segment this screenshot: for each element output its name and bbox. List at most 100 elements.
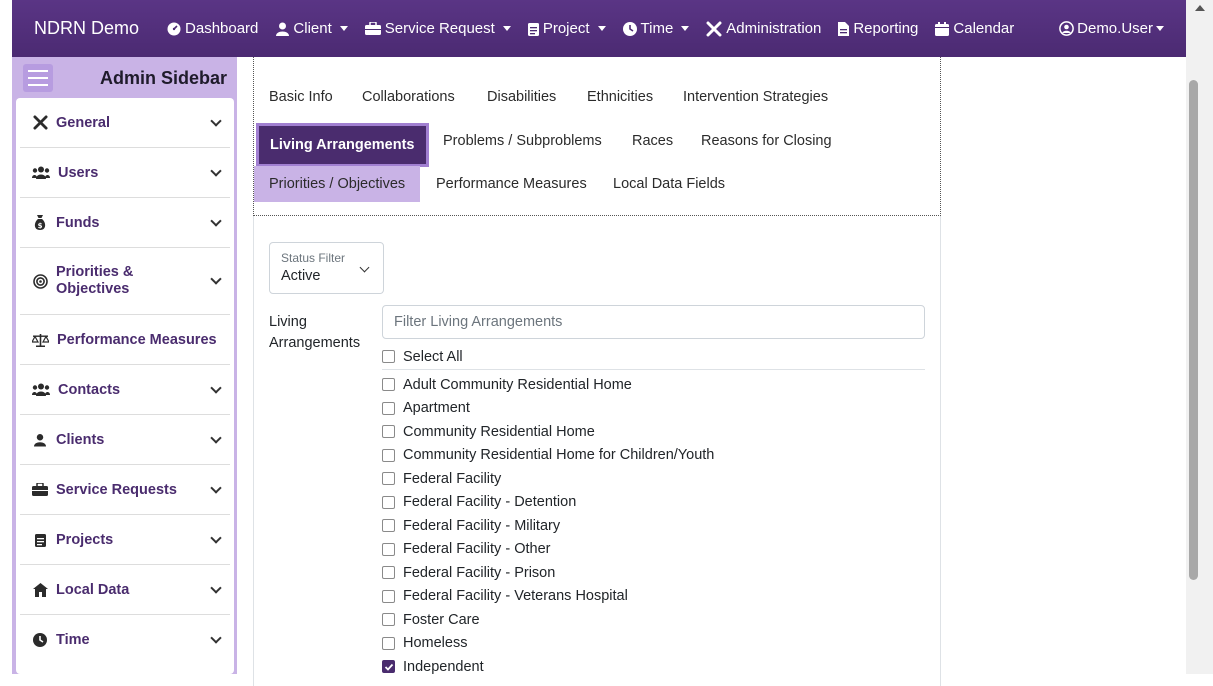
status-filter-select[interactable]: Status Filter Active bbox=[269, 242, 384, 294]
sidebar-title: Admin Sidebar bbox=[99, 67, 227, 88]
nav-project[interactable]: Project bbox=[527, 20, 606, 37]
sidebar-item-label: Projects bbox=[56, 531, 114, 548]
list-item[interactable]: Federal Facility - Detention bbox=[382, 491, 925, 515]
tools-icon bbox=[32, 115, 48, 131]
nav-calendar[interactable]: Calendar bbox=[935, 20, 1014, 37]
option-checkbox[interactable] bbox=[382, 472, 395, 486]
option-checkbox[interactable] bbox=[382, 613, 395, 627]
tab-intervention-strategies[interactable]: Intervention Strategies bbox=[683, 89, 828, 105]
option-label: Independent bbox=[403, 658, 484, 675]
option-checkbox[interactable] bbox=[382, 519, 395, 533]
list-item[interactable]: Federal Facility - Other bbox=[382, 538, 925, 562]
house-icon bbox=[32, 582, 48, 598]
nav-dashboard-label: Dashboard bbox=[185, 20, 259, 37]
sidebar-item-users[interactable]: Users bbox=[20, 148, 230, 198]
list-item[interactable]: Community Residential Home for Children/… bbox=[382, 444, 925, 468]
nav-time-label: Time bbox=[640, 20, 674, 37]
option-checkbox[interactable] bbox=[382, 566, 395, 580]
sidebar-item-service-requests[interactable]: Service Requests bbox=[20, 465, 230, 515]
list-item[interactable]: Federal Facility - Prison bbox=[382, 561, 925, 585]
user-icon bbox=[275, 22, 289, 36]
user-menu[interactable]: Demo.User bbox=[1059, 0, 1164, 57]
option-checkbox[interactable] bbox=[382, 495, 395, 509]
list-item[interactable]: Federal Facility bbox=[382, 467, 925, 491]
clipboard-icon bbox=[527, 22, 539, 36]
sidebar-item-general[interactable]: General bbox=[20, 98, 230, 148]
list-item[interactable]: Federal Facility - Military bbox=[382, 514, 925, 538]
option-checkbox[interactable] bbox=[382, 425, 395, 439]
nav-time[interactable]: Time bbox=[622, 20, 690, 37]
chevron-down-icon bbox=[681, 26, 690, 31]
nav-dashboard[interactable]: Dashboard bbox=[167, 20, 258, 37]
chevron-down-icon bbox=[210, 273, 222, 285]
nav-administration-label: Administration bbox=[726, 20, 822, 37]
list-item[interactable]: Foster Care bbox=[382, 608, 925, 632]
list-item[interactable]: Independent bbox=[382, 655, 925, 679]
select-all-label: Select All bbox=[403, 348, 463, 365]
user-menu-label: Demo.User bbox=[1077, 20, 1153, 37]
select-all-checkbox[interactable] bbox=[382, 350, 395, 363]
list-item[interactable]: Federal Facility - Veterans Hospital bbox=[382, 585, 925, 609]
status-filter-label: Status Filter bbox=[281, 251, 346, 265]
sidebar-item-time[interactable]: Time bbox=[20, 615, 230, 665]
tools-icon bbox=[706, 21, 722, 36]
sidebar-item-label: Service Requests bbox=[56, 481, 177, 498]
users-icon bbox=[32, 382, 50, 398]
sidebar-item-performance-measures[interactable]: Performance Measures bbox=[20, 315, 230, 365]
option-checkbox[interactable] bbox=[382, 636, 395, 650]
file-icon bbox=[838, 21, 850, 36]
brand-logo-text[interactable]: NDRN Demo bbox=[34, 18, 139, 39]
hamburger-menu-icon[interactable] bbox=[23, 64, 53, 92]
tab-reasons-for-closing[interactable]: Reasons for Closing bbox=[701, 133, 832, 149]
option-label: Federal Facility - Military bbox=[403, 517, 561, 534]
nav-client[interactable]: Client bbox=[275, 20, 348, 37]
option-checkbox[interactable] bbox=[382, 542, 395, 556]
sidebar-item-label: Local Data bbox=[56, 581, 130, 598]
option-checkbox[interactable] bbox=[382, 401, 395, 415]
option-checkbox[interactable] bbox=[382, 589, 395, 603]
list-item[interactable]: Adult Community Residential Home bbox=[382, 373, 925, 397]
chevron-down-icon bbox=[210, 531, 222, 544]
tab-living-arrangements[interactable]: Living Arrangements bbox=[256, 123, 429, 167]
user-icon bbox=[32, 432, 48, 448]
list-item[interactable]: Homeless bbox=[382, 632, 925, 656]
money-bag-icon: $ bbox=[32, 215, 48, 231]
living-arrangements-list: Adult Community Residential Home Apartmen… bbox=[382, 373, 925, 679]
tab-basic-info[interactable]: Basic Info bbox=[269, 89, 333, 105]
option-label: Homeless bbox=[403, 635, 468, 652]
option-checkbox[interactable] bbox=[382, 660, 395, 674]
sidebar-item-projects[interactable]: Projects bbox=[20, 515, 230, 565]
option-label: Foster Care bbox=[403, 611, 480, 628]
select-all-row[interactable]: Select All bbox=[382, 344, 925, 370]
tab-performance-measures[interactable]: Performance Measures bbox=[436, 176, 587, 192]
scroll-up-arrow-icon[interactable] bbox=[1195, 5, 1205, 11]
list-item[interactable]: Community Residential Home bbox=[382, 420, 925, 444]
scrollbar-thumb[interactable] bbox=[1189, 80, 1198, 580]
tab-priorities-objectives[interactable]: Priorities / Objectives bbox=[254, 166, 421, 202]
sidebar-item-funds[interactable]: $ Funds bbox=[20, 198, 230, 248]
sidebar-item-label: Funds bbox=[56, 214, 100, 231]
calendar-icon bbox=[935, 21, 950, 36]
nav-administration[interactable]: Administration bbox=[706, 20, 821, 37]
chevron-down-icon bbox=[339, 26, 348, 31]
living-arrangements-filter-input[interactable] bbox=[382, 305, 925, 339]
tab-local-data-fields[interactable]: Local Data Fields bbox=[613, 176, 725, 192]
chevron-down-icon bbox=[210, 114, 222, 127]
nav-service-request[interactable]: Service Request bbox=[364, 20, 511, 37]
option-checkbox[interactable] bbox=[382, 448, 395, 462]
tab-ethnicities[interactable]: Ethnicities bbox=[587, 89, 653, 105]
top-navbar: NDRN Demo Dashboard Client Service Reque… bbox=[12, 0, 1186, 57]
tab-problems-subproblems[interactable]: Problems / Subproblems bbox=[443, 133, 602, 149]
sidebar-item-clients[interactable]: Clients bbox=[20, 415, 230, 465]
sidebar-item-priorities-objectives[interactable]: Priorities & Objectives bbox=[20, 248, 230, 315]
nav-reporting[interactable]: Reporting bbox=[838, 20, 918, 37]
list-item[interactable]: Apartment bbox=[382, 397, 925, 421]
option-checkbox[interactable] bbox=[382, 378, 395, 392]
sidebar-item-local-data[interactable]: Local Data bbox=[20, 565, 230, 615]
sidebar-item-label: General bbox=[56, 114, 110, 131]
tab-disabilities[interactable]: Disabilities bbox=[487, 89, 556, 105]
page-scrollbar[interactable] bbox=[1186, 0, 1213, 674]
tab-collaborations[interactable]: Collaborations bbox=[362, 89, 455, 105]
tab-races[interactable]: Races bbox=[632, 133, 673, 149]
sidebar-item-contacts[interactable]: Contacts bbox=[20, 365, 230, 415]
